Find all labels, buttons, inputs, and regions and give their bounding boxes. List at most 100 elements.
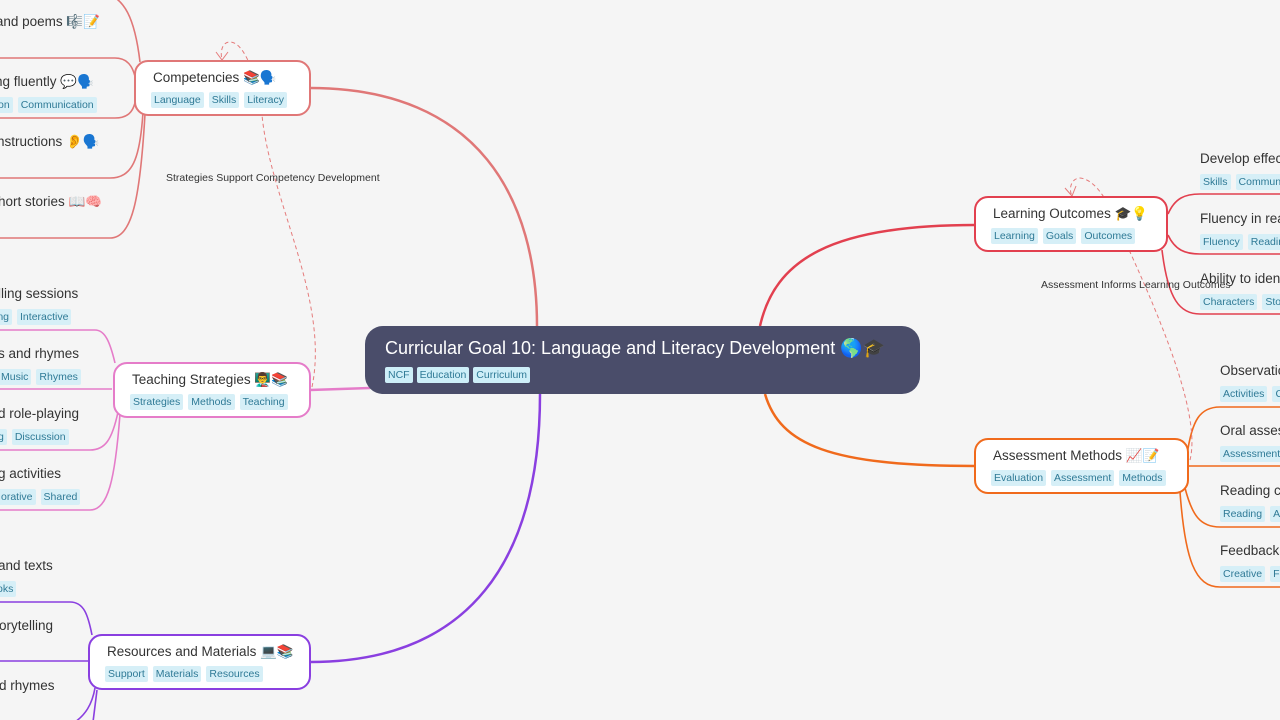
leaf-title: d rhymes: [0, 678, 55, 693]
tag[interactable]: Goals: [1042, 228, 1077, 244]
tag[interactable]: Music: [0, 369, 32, 385]
branch-competencies[interactable]: Competencies 📚🗣️ Language Skills Literac…: [134, 60, 311, 116]
leaf-tags: Assessment: [1220, 446, 1280, 462]
leaf-teaching-3[interactable]: d role-playing g Discussion: [0, 405, 79, 445]
leaf-competency-2[interactable]: ng fluently 💬🗣️ on Communication: [0, 73, 97, 113]
tag[interactable]: NCF: [385, 367, 413, 383]
branch-learning-outcomes[interactable]: Learning Outcomes 🎓💡 Learning Goals Outc…: [974, 196, 1168, 252]
leaf-assessment-2[interactable]: Oral asses Assessment: [1220, 422, 1280, 462]
tag[interactable]: Teaching: [239, 394, 288, 410]
leaf-learning-2[interactable]: Fluency in rea Fluency Readin: [1200, 210, 1280, 250]
root-title: Curricular Goal 10: Language and Literac…: [385, 338, 886, 358]
leaf-tags: orative Shared: [0, 489, 81, 505]
tag[interactable]: Characters: [1200, 294, 1258, 310]
leaf-competency-4[interactable]: hort stories 📖🧠: [0, 193, 102, 211]
leaf-learning-1[interactable]: Develop effec Skills Commun: [1200, 150, 1280, 190]
tag[interactable]: Communication: [17, 97, 97, 113]
branch-teaching-strategies[interactable]: Teaching Strategies 👨‍🏫📚 Strategies Meth…: [113, 362, 311, 418]
tag[interactable]: Shared: [40, 489, 81, 505]
tag[interactable]: ing: [0, 309, 13, 325]
branch-tags: Language Skills Literacy: [151, 92, 293, 108]
tag[interactable]: Methods: [188, 394, 235, 410]
leaf-title: d role-playing: [0, 406, 80, 421]
leaf-title: lling sessions: [0, 286, 79, 301]
tag[interactable]: Outcomes: [1081, 228, 1136, 244]
leaf-title: and poems 🎼📝: [0, 14, 100, 29]
tag[interactable]: Skills: [208, 92, 240, 108]
relationship-label-assessment-learning[interactable]: Assessment Informs Learning Outcomes: [1041, 279, 1231, 291]
leaf-tags: oks: [0, 581, 53, 597]
connector-comp-child-1: [116, 0, 141, 63]
branch-title: Assessment Methods 📈📝: [993, 448, 1160, 463]
tag[interactable]: Evaluation: [991, 470, 1047, 486]
leaf-tags: Fluency Readin: [1200, 234, 1280, 250]
branch-tags: Support Materials Resources: [105, 666, 293, 682]
branch-tags: Strategies Methods Teaching: [130, 394, 293, 410]
tag[interactable]: As: [1270, 506, 1280, 522]
branch-title: Resources and Materials 💻📚: [107, 644, 294, 659]
tag[interactable]: on: [0, 97, 13, 113]
tag[interactable]: Learning: [991, 228, 1038, 244]
tag[interactable]: Curriculum: [473, 367, 531, 383]
tag[interactable]: oks: [0, 581, 17, 597]
leaf-teaching-1[interactable]: lling sessions ing Interactive: [0, 285, 78, 325]
tag[interactable]: Assessment: [1220, 446, 1280, 462]
tag[interactable]: Strategies: [130, 394, 184, 410]
mindmap-canvas[interactable]: Curricular Goal 10: Language and Literac…: [0, 0, 1280, 720]
tag[interactable]: Skills: [1200, 174, 1231, 190]
tag[interactable]: Reading: [1220, 506, 1266, 522]
tag[interactable]: Discussion: [11, 429, 69, 445]
leaf-competency-1[interactable]: and poems 🎼📝: [0, 13, 100, 31]
tag[interactable]: Activities: [1220, 386, 1268, 402]
branch-resources-materials[interactable]: Resources and Materials 💻📚 Support Mater…: [88, 634, 311, 690]
tag[interactable]: Commun: [1235, 174, 1280, 190]
branch-title: Teaching Strategies 👨‍🏫📚: [132, 372, 288, 387]
branch-tags: Learning Goals Outcomes: [991, 228, 1150, 244]
leaf-resources-2[interactable]: orytelling: [0, 617, 53, 635]
leaf-assessment-4[interactable]: Feedback Creative Fe: [1220, 542, 1280, 582]
root-tags: NCF Education Curriculum: [385, 367, 900, 383]
leaf-teaching-4[interactable]: g activities orative Shared: [0, 465, 81, 505]
tag[interactable]: Fluency: [1200, 234, 1243, 250]
branch-title: Learning Outcomes 🎓💡: [993, 206, 1149, 221]
tag[interactable]: Rhymes: [36, 369, 81, 385]
tag[interactable]: Literacy: [244, 92, 287, 108]
leaf-title: and texts: [0, 558, 53, 573]
tag[interactable]: Language: [151, 92, 204, 108]
tag[interactable]: Assessment: [1051, 470, 1115, 486]
tag[interactable]: Resources: [206, 666, 263, 682]
leaf-title: hort stories 📖🧠: [0, 194, 103, 209]
leaf-assessment-1[interactable]: Observatio Activities C: [1220, 362, 1280, 402]
leaf-teaching-2[interactable]: s and rhymes Music Rhymes: [0, 345, 81, 385]
tag[interactable]: orative: [0, 489, 36, 505]
leaf-competency-3[interactable]: nstructions 👂🗣️: [0, 133, 100, 151]
leaf-tags: Music Rhymes: [0, 369, 81, 385]
tag[interactable]: g: [0, 429, 7, 445]
leaf-tags: Creative Fe: [1220, 566, 1280, 582]
tag[interactable]: Materials: [152, 666, 202, 682]
connector-root-competencies: [309, 86, 539, 327]
tag[interactable]: Creative: [1220, 566, 1266, 582]
leaf-title: g activities: [0, 466, 62, 481]
leaf-tags: Reading As: [1220, 506, 1280, 522]
tag[interactable]: Stor: [1262, 294, 1280, 310]
relationship-label-strategies-competencies[interactable]: Strategies Support Competency Developmen…: [166, 172, 380, 184]
leaf-assessment-3[interactable]: Reading co Reading As: [1220, 482, 1280, 522]
tag[interactable]: C: [1272, 386, 1280, 402]
tag[interactable]: Methods: [1119, 470, 1166, 486]
relationship-arrow-1: [215, 51, 229, 61]
tag[interactable]: Support: [105, 666, 148, 682]
leaf-resources-3[interactable]: d rhymes: [0, 677, 55, 695]
root-node[interactable]: Curricular Goal 10: Language and Literac…: [365, 326, 920, 394]
tag[interactable]: Education: [416, 367, 470, 383]
leaf-tags: ing Interactive: [0, 309, 78, 325]
leaf-title: s and rhymes: [0, 346, 80, 361]
leaf-resources-1[interactable]: and texts oks: [0, 557, 53, 597]
tag[interactable]: Interactive: [17, 309, 72, 325]
tag[interactable]: Fe: [1270, 566, 1280, 582]
branch-assessment-methods[interactable]: Assessment Methods 📈📝 Evaluation Assessm…: [974, 438, 1189, 494]
tag[interactable]: Readin: [1247, 234, 1280, 250]
leaf-tags: Activities C: [1220, 386, 1280, 402]
leaf-tags: g Discussion: [0, 429, 79, 445]
connector-root-teaching: [309, 386, 371, 392]
